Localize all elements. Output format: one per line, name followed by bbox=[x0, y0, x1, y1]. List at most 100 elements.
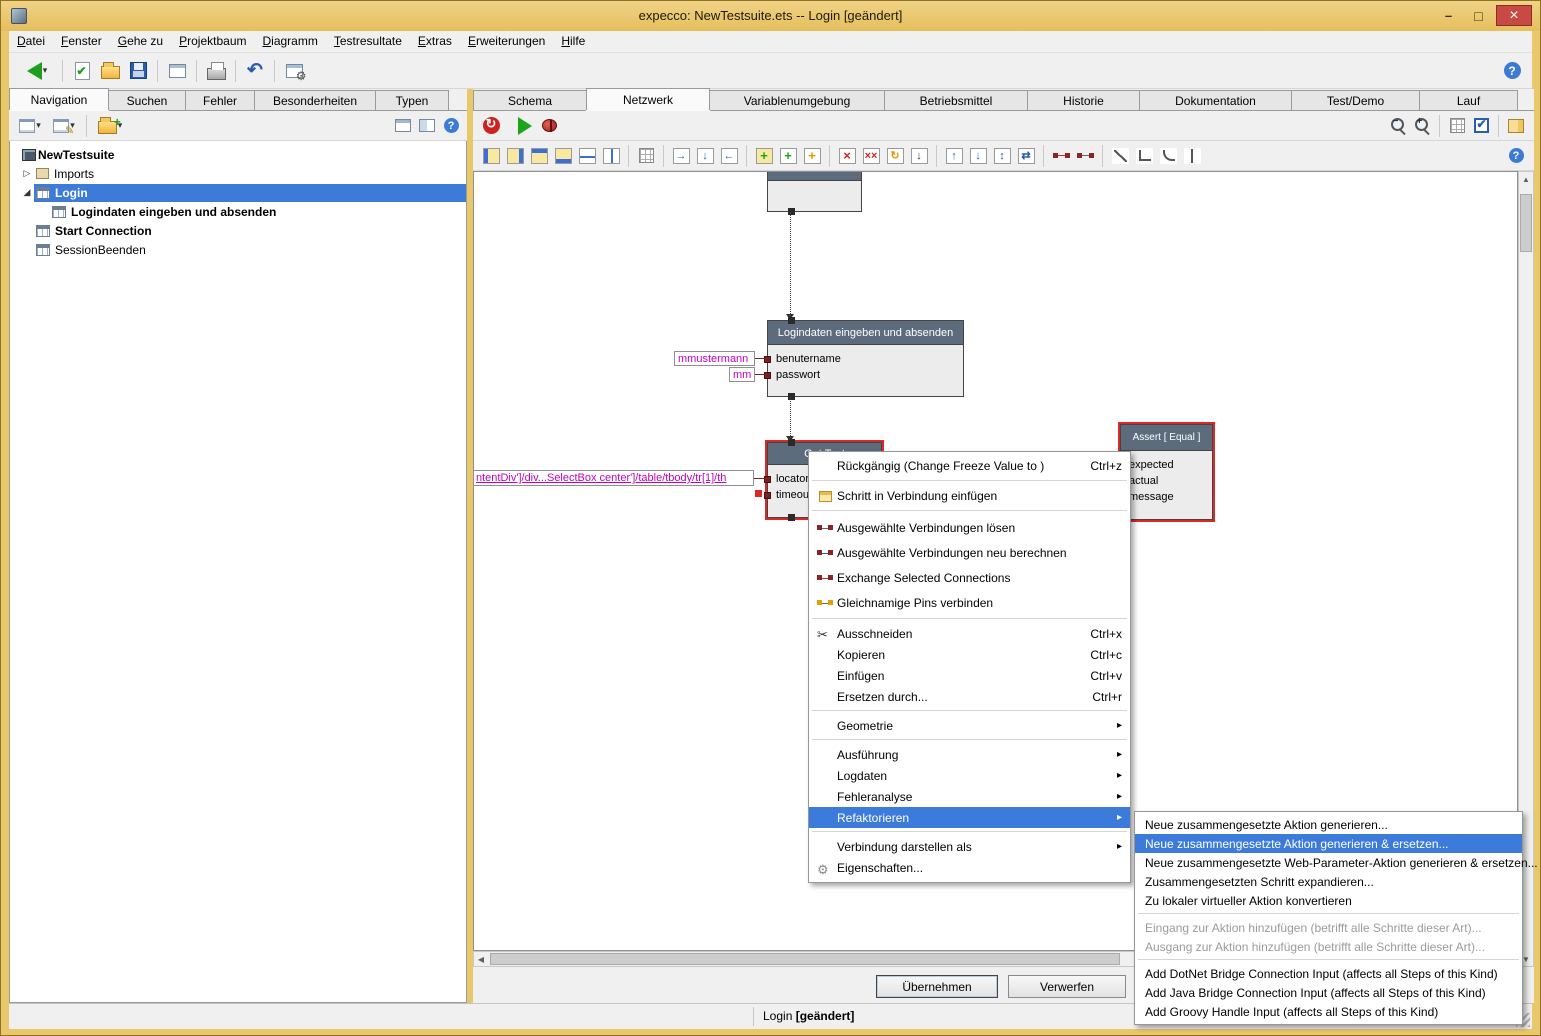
verify-document-icon[interactable] bbox=[68, 57, 96, 85]
submenu-item-add-dotnet-bridge[interactable]: Add DotNet Bridge Connection Input (affe… bbox=[1135, 964, 1522, 983]
menu-item-geometrie[interactable]: Geometrie bbox=[809, 715, 1130, 736]
zoom-in-icon[interactable]: + bbox=[1410, 114, 1434, 138]
line-orthogonal-icon[interactable] bbox=[1132, 144, 1156, 168]
tab-typen[interactable]: Typen bbox=[375, 90, 449, 110]
submenu-item-add-java-bridge[interactable]: Add Java Bridge Connection Input (affect… bbox=[1135, 983, 1522, 1002]
menu-item-refaktorieren[interactable]: Refaktorieren bbox=[809, 807, 1130, 828]
tree-display-menu-icon[interactable] bbox=[13, 114, 47, 138]
line-straight-icon[interactable] bbox=[1108, 144, 1132, 168]
run-icon[interactable] bbox=[513, 114, 537, 138]
tree-edit-menu-icon[interactable] bbox=[47, 114, 81, 138]
tab-betriebsmittel[interactable]: Betriebsmittel bbox=[884, 90, 1028, 110]
submenu-item-generate-replace[interactable]: Neue zusammengesetzte Aktion generieren … bbox=[1135, 834, 1522, 853]
tree-item-logindaten[interactable]: Logindaten eingeben und absenden bbox=[10, 202, 466, 221]
menu-datei[interactable]: Datei bbox=[9, 31, 53, 52]
menu-item-logdaten[interactable]: Logdaten bbox=[809, 765, 1130, 786]
tile-view-icon[interactable] bbox=[415, 114, 439, 138]
submenu-item-generate-web-param[interactable]: Neue zusammengesetzte Web-Parameter-Akti… bbox=[1135, 853, 1522, 872]
step-node-assert[interactable]: Assert [ Equal ] expected actual message bbox=[1120, 424, 1213, 520]
selection-check-icon[interactable] bbox=[1469, 114, 1493, 138]
undo-icon[interactable] bbox=[241, 57, 269, 85]
add-environment-pin-icon[interactable] bbox=[800, 144, 824, 168]
tree-item-imports[interactable]: Imports bbox=[10, 164, 466, 183]
tree-item-root[interactable]: NewTestsuite bbox=[10, 145, 466, 164]
menu-item-fehleranalyse[interactable]: Fehleranalyse bbox=[809, 786, 1130, 807]
menu-item-exchange-connections[interactable]: Exchange Selected Connections bbox=[809, 565, 1130, 590]
exec-pin[interactable] bbox=[788, 514, 795, 521]
menu-item-verbindung-darstellen[interactable]: Verbindung darstellen als bbox=[809, 836, 1130, 857]
project-tree[interactable]: NewTestsuite Imports Login Logindaten ei… bbox=[9, 141, 467, 1003]
move-pin-up-icon[interactable] bbox=[942, 144, 966, 168]
tab-schema[interactable]: Schema bbox=[473, 90, 587, 110]
reorder-pins-icon[interactable] bbox=[990, 144, 1014, 168]
pin-align-top-icon[interactable] bbox=[527, 144, 551, 168]
exec-pin[interactable] bbox=[788, 317, 795, 324]
menu-extras[interactable]: Extras bbox=[410, 31, 460, 52]
line-curved-icon[interactable] bbox=[1156, 144, 1180, 168]
connection-line[interactable] bbox=[790, 397, 791, 436]
scroll-up-icon[interactable]: ▲ bbox=[1519, 172, 1533, 186]
submenu-item-add-groovy-handle[interactable]: Add Groovy Handle Input (affects all Ste… bbox=[1135, 1002, 1522, 1021]
tab-navigation[interactable]: Navigation bbox=[9, 88, 109, 110]
menu-erweiterungen[interactable]: Erweiterungen bbox=[460, 31, 553, 52]
tab-dokumentation[interactable]: Dokumentation bbox=[1139, 90, 1292, 110]
menu-fenster[interactable]: Fenster bbox=[53, 31, 110, 52]
tree-item-start-connection[interactable]: Start Connection bbox=[10, 221, 466, 240]
horizontal-scroll-thumb[interactable] bbox=[490, 953, 1120, 965]
pin-align-left-icon[interactable] bbox=[479, 144, 503, 168]
exec-pin[interactable] bbox=[788, 439, 795, 446]
expander-icon[interactable] bbox=[20, 187, 34, 198]
tab-variablenumgebung[interactable]: Variablenumgebung bbox=[709, 90, 885, 110]
help-icon[interactable] bbox=[1498, 57, 1526, 85]
menu-item-replace[interactable]: Ersetzen durch... Ctrl+r bbox=[809, 686, 1130, 707]
menu-item-copy[interactable]: Kopieren Ctrl+c bbox=[809, 644, 1130, 665]
tree-item-login[interactable]: Login bbox=[10, 183, 466, 202]
menu-item-eigenschaften[interactable]: Eigenschaften... bbox=[809, 857, 1130, 879]
pin-align-bottom-icon[interactable] bbox=[551, 144, 575, 168]
menu-item-detach-connections[interactable]: Ausgewählte Verbindungen lösen bbox=[809, 515, 1130, 540]
pin-align-right-icon[interactable] bbox=[503, 144, 527, 168]
menu-item-undo[interactable]: Rückgängig (Change Freeze Value to ) Ctr… bbox=[809, 455, 1130, 477]
line-tree-icon[interactable] bbox=[1180, 144, 1204, 168]
discard-button[interactable]: Verwerfen bbox=[1008, 975, 1126, 998]
grid-layout-icon[interactable] bbox=[634, 144, 658, 168]
connection-line[interactable] bbox=[790, 212, 791, 314]
remove-connections-icon[interactable] bbox=[859, 144, 883, 168]
pin-passwort[interactable]: passwort bbox=[768, 367, 963, 383]
connect-pins-icon[interactable] bbox=[907, 144, 931, 168]
center-vertical-icon[interactable] bbox=[599, 144, 623, 168]
close-icon[interactable] bbox=[1496, 5, 1532, 26]
insert-step-down-icon[interactable] bbox=[693, 144, 717, 168]
tab-historie[interactable]: Historie bbox=[1027, 90, 1140, 110]
save-icon[interactable] bbox=[124, 57, 152, 85]
move-pin-down-icon[interactable] bbox=[966, 144, 990, 168]
new-item-menu-icon[interactable] bbox=[92, 114, 128, 138]
tab-netzwerk[interactable]: Netzwerk bbox=[586, 88, 710, 110]
pin-actual[interactable]: actual bbox=[1121, 473, 1212, 489]
editor-help-icon[interactable] bbox=[1504, 144, 1528, 168]
tab-fehler[interactable]: Fehler bbox=[185, 90, 255, 110]
center-horizontal-icon[interactable] bbox=[575, 144, 599, 168]
open-folder-icon[interactable] bbox=[96, 57, 124, 85]
float-view-icon[interactable] bbox=[391, 114, 415, 138]
tab-test-demo[interactable]: Test/Demo bbox=[1291, 90, 1420, 110]
remove-connection-icon[interactable] bbox=[835, 144, 859, 168]
tab-besonderheiten[interactable]: Besonderheiten bbox=[254, 90, 376, 110]
insert-step-left-icon[interactable] bbox=[669, 144, 693, 168]
new-window-icon[interactable] bbox=[163, 57, 191, 85]
apply-button[interactable]: Übernehmen bbox=[876, 975, 998, 998]
menu-item-cut[interactable]: Ausschneiden Ctrl+x bbox=[809, 623, 1130, 644]
scroll-left-icon[interactable]: ◀ bbox=[474, 952, 488, 966]
add-output-pin-icon[interactable] bbox=[776, 144, 800, 168]
menu-item-insert-step[interactable]: Schritt in Verbindung einfügen bbox=[809, 485, 1130, 507]
menu-projektbaum[interactable]: Projektbaum bbox=[171, 31, 254, 52]
detach-connection-icon[interactable] bbox=[1049, 144, 1073, 168]
pin-expected[interactable]: expected bbox=[1121, 457, 1212, 473]
add-input-pin-icon[interactable] bbox=[752, 144, 776, 168]
submenu-item-convert-local-virtual[interactable]: Zu lokaler virtueller Aktion konvertiere… bbox=[1135, 891, 1522, 910]
tree-item-sessionbeenden[interactable]: SessionBeenden bbox=[10, 240, 466, 259]
tab-lauf[interactable]: Lauf bbox=[1419, 90, 1518, 110]
value-passwort[interactable]: mm bbox=[729, 367, 755, 382]
pin-message[interactable]: message bbox=[1121, 489, 1212, 505]
step-node-logindaten[interactable]: Logindaten eingeben und absenden benuter… bbox=[767, 320, 964, 397]
